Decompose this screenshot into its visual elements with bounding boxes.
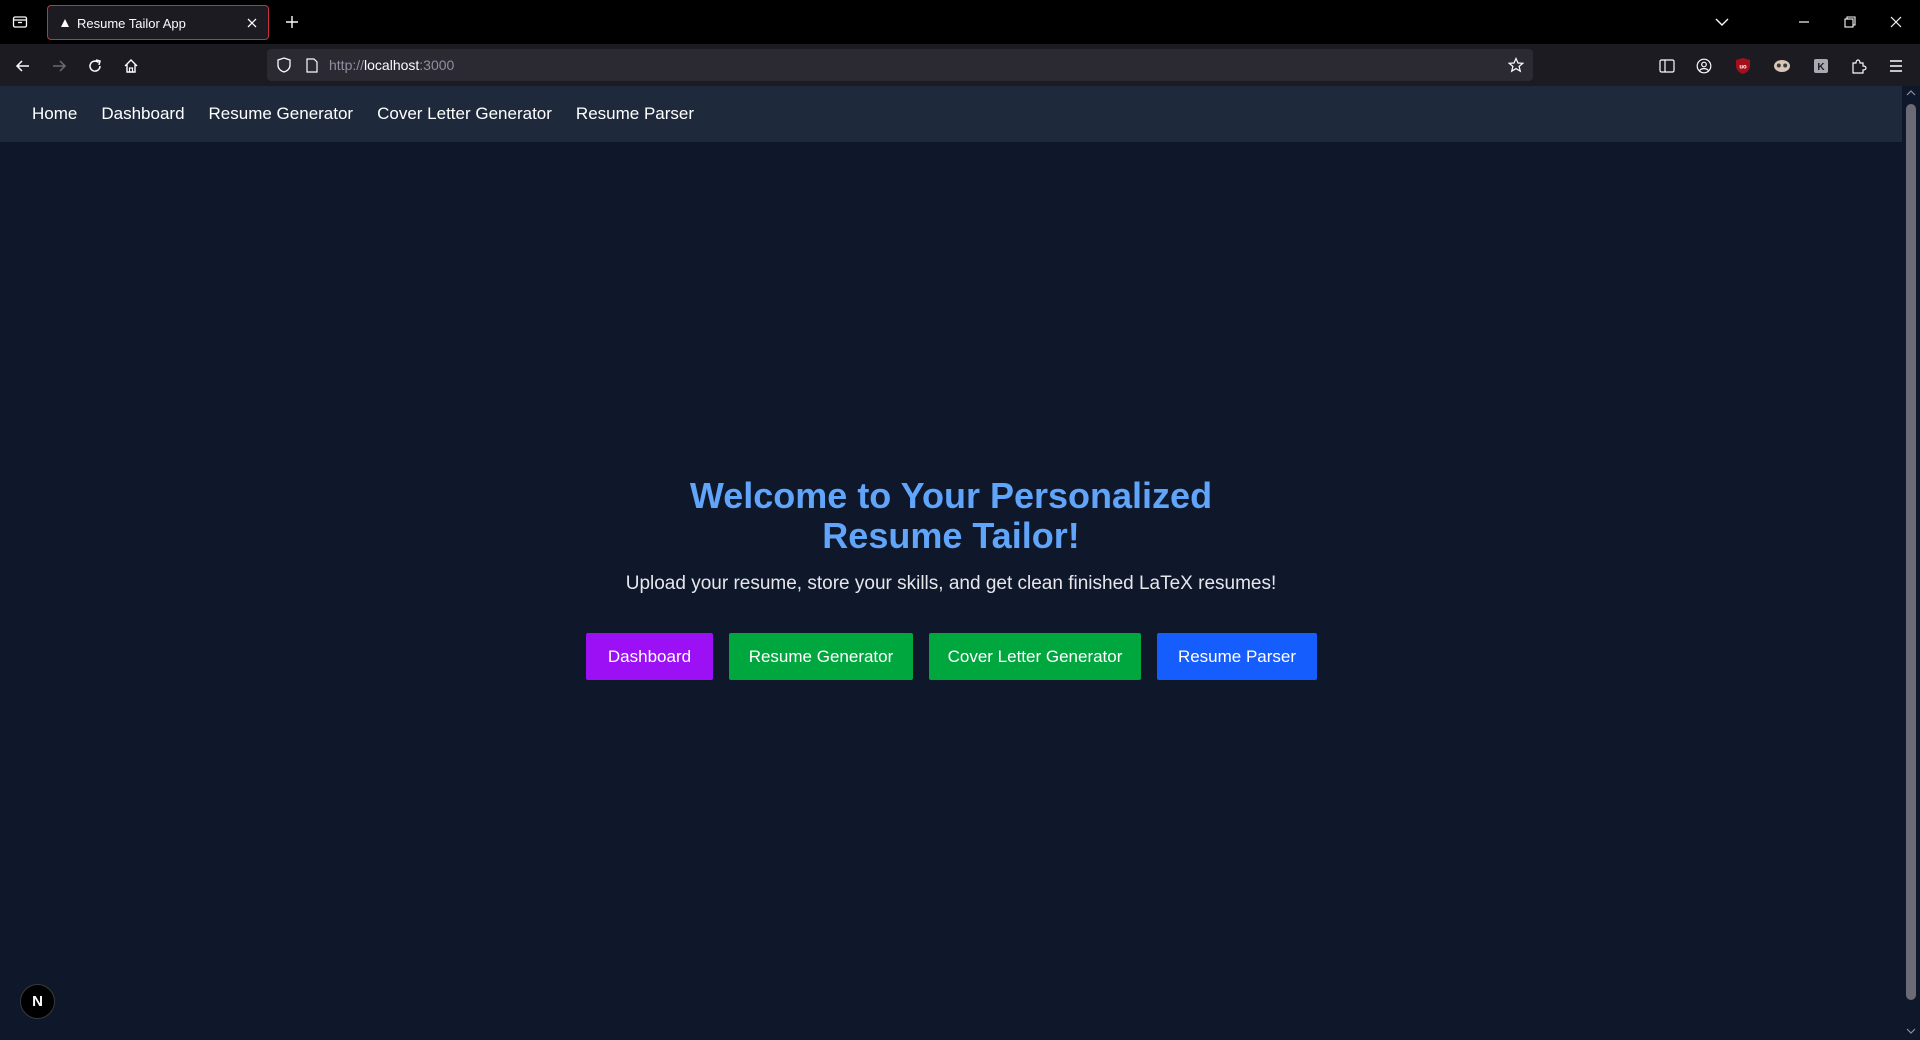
hamburger-menu-icon[interactable] bbox=[1884, 54, 1908, 78]
page-viewport: Welcome to Your Personalized Resume Tail… bbox=[0, 86, 1902, 1040]
page-icon[interactable] bbox=[303, 56, 321, 74]
hero-subtitle: Upload your resume, store your skills, a… bbox=[625, 573, 1277, 594]
cover-letter-generator-button[interactable]: Cover Letter Generator bbox=[929, 633, 1141, 680]
scroll-up-icon[interactable] bbox=[1906, 88, 1916, 98]
svg-text:uo: uo bbox=[1739, 65, 1747, 71]
browser-tab[interactable]: Resume Tailor App bbox=[47, 5, 269, 40]
dashboard-button[interactable]: Dashboard bbox=[586, 633, 713, 680]
forward-arrow-icon[interactable] bbox=[46, 53, 72, 79]
account-icon[interactable] bbox=[1692, 54, 1716, 78]
tab-title: Resume Tailor App bbox=[77, 16, 186, 31]
close-window-icon[interactable] bbox=[1882, 8, 1910, 36]
close-icon[interactable] bbox=[244, 15, 260, 31]
restore-icon[interactable] bbox=[1836, 8, 1864, 36]
app-navbar: Home Dashboard Resume Generator Cover Le… bbox=[0, 86, 1902, 142]
scroll-down-icon[interactable] bbox=[1906, 1026, 1916, 1036]
url-text[interactable]: http://localhost:3000 bbox=[329, 57, 454, 73]
sidebar-icon[interactable] bbox=[1655, 54, 1679, 78]
star-icon[interactable] bbox=[1507, 56, 1525, 74]
plus-icon[interactable] bbox=[280, 10, 304, 34]
hero-title: Welcome to Your Personalized Resume Tail… bbox=[689, 475, 1213, 556]
back-arrow-icon[interactable] bbox=[10, 53, 36, 79]
nav-link-home[interactable]: Home bbox=[32, 104, 77, 124]
reload-icon[interactable] bbox=[82, 53, 108, 79]
nextjs-dev-badge[interactable]: N bbox=[20, 984, 55, 1019]
browser-toolbar: http://localhost:3000 uo K bbox=[0, 44, 1920, 86]
resume-parser-button[interactable]: Resume Parser bbox=[1157, 633, 1317, 680]
ublock-icon[interactable]: uo bbox=[1731, 54, 1755, 78]
shield-icon[interactable] bbox=[275, 56, 293, 74]
nav-link-resume-parser[interactable]: Resume Parser bbox=[576, 104, 694, 124]
url-bar[interactable]: http://localhost:3000 bbox=[267, 49, 1533, 81]
minimize-icon[interactable] bbox=[1790, 8, 1818, 36]
mask-extension-icon[interactable] bbox=[1770, 54, 1794, 78]
nav-link-resume-generator[interactable]: Resume Generator bbox=[209, 104, 354, 124]
page-scrollbar[interactable] bbox=[1902, 86, 1920, 1040]
chevron-down-icon[interactable] bbox=[1708, 8, 1736, 36]
svg-text:K: K bbox=[1817, 62, 1825, 73]
scrollbar-thumb[interactable] bbox=[1906, 104, 1916, 1000]
resume-generator-button[interactable]: Resume Generator bbox=[729, 633, 913, 680]
triangle-favicon-icon bbox=[58, 16, 72, 30]
browser-titlebar: Resume Tailor App bbox=[0, 0, 1920, 44]
home-icon[interactable] bbox=[118, 53, 144, 79]
nav-link-dashboard[interactable]: Dashboard bbox=[101, 104, 184, 124]
puzzle-icon[interactable] bbox=[1847, 54, 1871, 78]
hero-section: Welcome to Your Personalized Resume Tail… bbox=[0, 86, 1902, 1040]
nav-link-cover-letter-generator[interactable]: Cover Letter Generator bbox=[377, 104, 552, 124]
k-extension-icon[interactable]: K bbox=[1809, 54, 1833, 78]
tab-list-icon[interactable] bbox=[8, 10, 32, 34]
